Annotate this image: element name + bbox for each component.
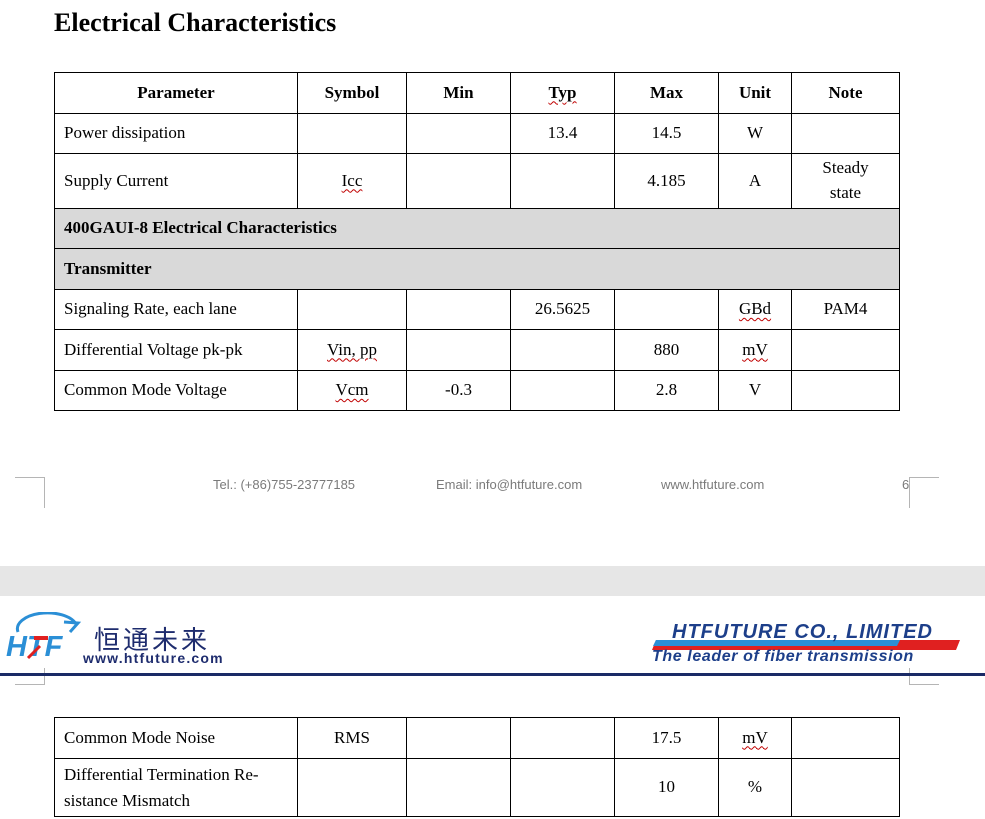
cell-unit-text: mV <box>742 727 768 747</box>
section-title: 400GAUI-8 Electrical Characteristics <box>54 208 900 249</box>
cell-parameter: Supply Current <box>54 153 298 209</box>
cell-symbol-text: Icc <box>341 170 363 190</box>
header-typ-text: Typ <box>548 82 577 102</box>
cell-min <box>406 329 511 371</box>
footer-website: www.htfuture.com <box>661 477 765 492</box>
cell-parameter: Differential Voltage pk-pk <box>54 329 298 371</box>
header-typ: Typ <box>510 72 615 114</box>
table-row: Signaling Rate, each lane 26.5625 GBd PA… <box>54 289 900 330</box>
cell-typ <box>510 370 615 411</box>
cell-unit: mV <box>718 329 792 371</box>
crop-mark <box>909 668 939 685</box>
cell-note: Steady state <box>791 153 900 209</box>
cell-note <box>791 758 900 817</box>
cell-min <box>406 758 511 817</box>
cell-parameter: Power dissipation <box>54 113 298 154</box>
header-max: Max <box>614 72 719 114</box>
cell-symbol-text: Vcm <box>335 380 369 400</box>
cell-parameter: Common Mode Noise <box>54 717 298 759</box>
cell-note <box>791 113 900 154</box>
section-row: 400GAUI-8 Electrical Characteristics <box>54 208 900 249</box>
section-row: Transmitter <box>54 248 900 290</box>
cell-unit: W <box>718 113 792 154</box>
electrical-characteristics-table-continued: Common Mode Noise RMS 17.5 mV Differenti… <box>54 717 900 817</box>
cell-typ <box>510 758 615 817</box>
table-row: Differential Termination Re-sistance Mis… <box>54 758 900 817</box>
logo-url: www.htfuture.com <box>83 650 224 666</box>
header-note: Note <box>791 72 900 114</box>
table-row: Differential Voltage pk-pk Vin, pp 880 m… <box>54 329 900 371</box>
cell-min <box>406 113 511 154</box>
cell-parameter: Signaling Rate, each lane <box>54 289 298 330</box>
footer-tel: Tel.: (+86)755-23777185 <box>213 477 356 492</box>
cell-note: PAM4 <box>791 289 900 330</box>
cell-unit: V <box>718 370 792 411</box>
cell-symbol <box>297 758 407 817</box>
section-title: Transmitter <box>54 248 900 290</box>
cell-symbol: Vin, pp <box>297 329 407 371</box>
cell-symbol <box>297 113 407 154</box>
cell-unit-text: GBd <box>738 299 772 319</box>
cell-min <box>406 153 511 209</box>
table-row: Supply Current Icc 4.185 A Steady state <box>54 153 900 209</box>
cell-note <box>791 717 900 759</box>
cell-parameter: Common Mode Voltage <box>54 370 298 411</box>
cell-unit: % <box>718 758 792 817</box>
page-gap <box>0 566 985 596</box>
header-unit: Unit <box>718 72 792 114</box>
cell-symbol <box>297 289 407 330</box>
cell-unit: A <box>718 153 792 209</box>
cell-max: 10 <box>614 758 719 817</box>
section-heading: Electrical Characteristics <box>54 8 337 37</box>
logo-mark: HTF <box>6 631 64 662</box>
table-row: Power dissipation 13.4 14.5 W <box>54 113 900 154</box>
cell-symbol-text: Vin, pp <box>327 339 377 359</box>
cell-note <box>791 329 900 371</box>
header-min: Min <box>406 72 511 114</box>
cell-typ <box>510 329 615 371</box>
cell-unit: GBd <box>718 289 792 330</box>
company-tagline: The leader of fiber transmission <box>652 648 914 665</box>
table-row: Common Mode Voltage Vcm -0.3 2.8 V <box>54 370 900 411</box>
htf-logo-icon: HTF <box>6 612 82 662</box>
cell-unit: mV <box>718 717 792 759</box>
table-header-row: Parameter Symbol Min Typ Max Unit Note <box>54 72 900 114</box>
cell-typ <box>510 153 615 209</box>
cell-max <box>614 289 719 330</box>
cell-min: -0.3 <box>406 370 511 411</box>
cell-max: 880 <box>614 329 719 371</box>
cell-min <box>406 289 511 330</box>
cell-parameter: Differential Termination Re-sistance Mis… <box>54 758 298 817</box>
cell-symbol: Icc <box>297 153 407 209</box>
cell-typ: 13.4 <box>510 113 615 154</box>
header-rule <box>0 673 985 676</box>
cell-typ <box>510 717 615 759</box>
page-number: 6 <box>902 477 910 492</box>
table-row: Common Mode Noise RMS 17.5 mV <box>54 717 900 759</box>
header-parameter: Parameter <box>54 72 298 114</box>
cell-unit-text: mV <box>742 339 768 359</box>
cell-symbol: RMS <box>297 717 407 759</box>
cell-min <box>406 717 511 759</box>
cell-note <box>791 370 900 411</box>
footer-email: Email: info@htfuture.com <box>436 477 583 492</box>
cell-max: 2.8 <box>614 370 719 411</box>
header-symbol: Symbol <box>297 72 407 114</box>
crop-mark <box>15 668 45 685</box>
crop-mark <box>15 477 45 508</box>
cell-typ: 26.5625 <box>510 289 615 330</box>
electrical-characteristics-table: Parameter Symbol Min Typ Max Unit Note P… <box>54 72 900 411</box>
cell-max: 17.5 <box>614 717 719 759</box>
crop-mark <box>909 477 939 508</box>
cell-max: 4.185 <box>614 153 719 209</box>
cell-symbol: Vcm <box>297 370 407 411</box>
cell-max: 14.5 <box>614 113 719 154</box>
company-name: HTFUTURE CO., LIMITED <box>672 621 933 643</box>
